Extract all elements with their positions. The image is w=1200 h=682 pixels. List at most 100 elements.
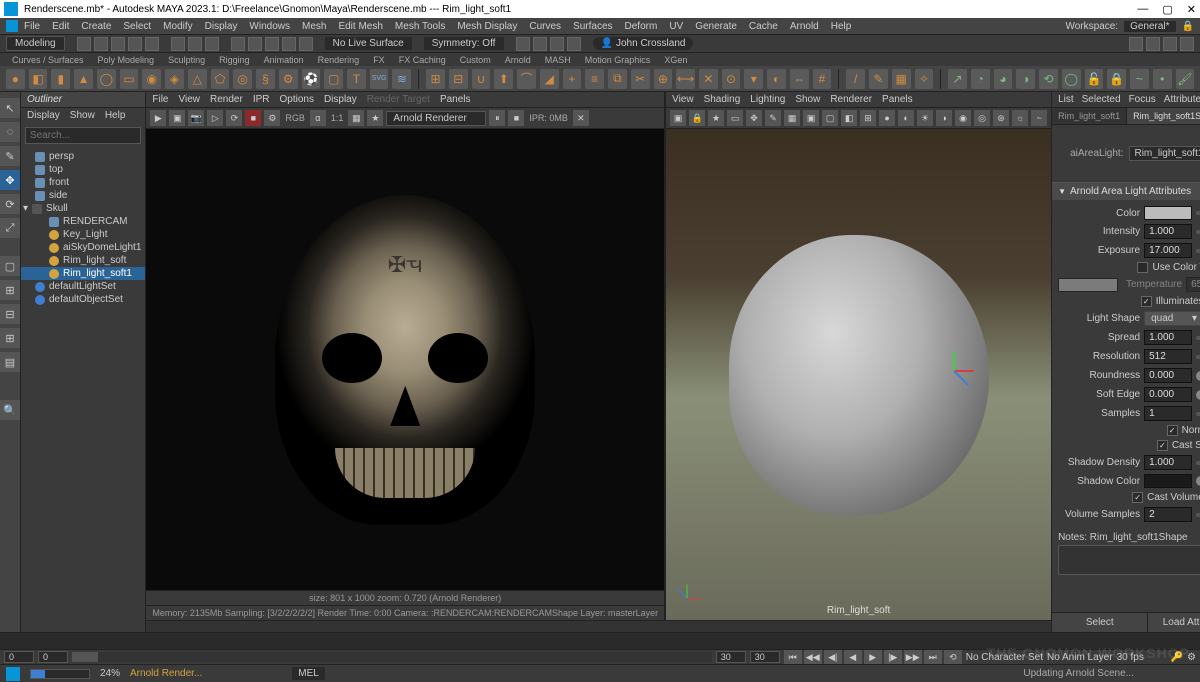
rotate-tool-icon[interactable]: ⟳ <box>0 194 20 214</box>
lasso-icon[interactable] <box>188 37 202 51</box>
menu-meshdisplay[interactable]: Mesh Display <box>451 21 523 32</box>
cast-volumetric-checkbox[interactable] <box>1132 492 1143 503</box>
shelf-edgeloop-icon[interactable]: ≡ <box>585 69 604 89</box>
live-surface-field[interactable]: No Live Surface <box>325 37 412 50</box>
roundness-slider[interactable] <box>1196 374 1200 378</box>
shelf-tab[interactable]: Motion Graphics <box>579 55 657 65</box>
vp-bookmarks-icon[interactable]: ★ <box>708 110 724 126</box>
outliner-node[interactable]: Rim_light_soft1 <box>21 267 145 280</box>
user-account[interactable]: 👤 John Crossland <box>593 37 694 50</box>
render-settings-icon[interactable] <box>567 37 581 51</box>
vp-shaded-icon[interactable]: ● <box>879 110 895 126</box>
toggle-modeling-toolkit-icon[interactable] <box>1129 37 1143 51</box>
select-button[interactable]: Select <box>1052 613 1148 632</box>
intensity-slider[interactable] <box>1196 230 1200 234</box>
vp-xray-icon[interactable]: ◎ <box>974 110 990 126</box>
vp-grid-icon[interactable]: ▦ <box>784 110 800 126</box>
load-attributes-button[interactable]: Load Attributes <box>1148 613 1200 632</box>
shelf-bridge-icon[interactable]: ⌒ <box>517 69 536 89</box>
illuminates-checkbox[interactable] <box>1141 296 1152 307</box>
snap-curve-icon[interactable] <box>248 37 262 51</box>
out-frame-field[interactable]: 30 <box>716 651 746 663</box>
rv-close-icon[interactable]: ✕ <box>573 110 589 126</box>
shelf-sphere-icon[interactable]: ● <box>6 69 25 89</box>
shelf-merge-icon[interactable]: ⊙ <box>722 69 741 89</box>
loop-icon[interactable]: ⟲ <box>944 650 962 664</box>
vp-menu-shading[interactable]: Shading <box>704 94 741 105</box>
rv-menu-view[interactable]: View <box>179 94 201 105</box>
symmetry-dropdown[interactable]: Symmetry: Off <box>424 37 504 50</box>
shelf-paint-vtx-icon[interactable]: 🖌 <box>1176 69 1195 89</box>
shelf-platonic-icon[interactable]: ◈ <box>165 69 184 89</box>
menu-modify[interactable]: Modify <box>157 21 198 32</box>
shelf-sculpt-icon[interactable]: ✎ <box>869 69 888 89</box>
attr-tab[interactable]: Rim_light_soft1Shape <box>1127 108 1200 124</box>
vp-film-gate-icon[interactable]: ▣ <box>803 110 819 126</box>
use-color-temp-checkbox[interactable] <box>1137 262 1148 273</box>
in-frame-field[interactable]: 0 <box>38 651 68 663</box>
vp-textured-icon[interactable]: ◐ <box>898 110 914 126</box>
scale-tool-icon[interactable]: ⤢ <box>0 218 20 238</box>
roundness-field[interactable]: 0.000 <box>1144 368 1192 383</box>
select-mode-icon[interactable] <box>171 37 185 51</box>
shelf-append-icon[interactable]: + <box>563 69 582 89</box>
lock-icon[interactable]: 🔒 <box>1182 21 1194 32</box>
two-pane-h-icon[interactable]: ⊟ <box>0 304 20 324</box>
vp-2d-pan-icon[interactable]: ✥ <box>746 110 762 126</box>
snap-grid-icon[interactable] <box>231 37 245 51</box>
shelf-lock-icon[interactable]: 🔒 <box>1107 69 1126 89</box>
rv-scale-label[interactable]: 1:1 <box>329 113 346 123</box>
menu-generate[interactable]: Generate <box>689 21 743 32</box>
menu-create[interactable]: Create <box>75 21 117 32</box>
shelf-unlock-icon[interactable]: 🔓 <box>1085 69 1104 89</box>
play-forward-icon[interactable]: ▶ <box>864 650 882 664</box>
menu-file[interactable]: File <box>18 21 46 32</box>
vp-select-cam-icon[interactable]: ▣ <box>670 110 686 126</box>
spread-slider[interactable] <box>1196 336 1200 340</box>
menu-arnold[interactable]: Arnold <box>784 21 825 32</box>
soft-edge-slider[interactable] <box>1196 393 1200 397</box>
shelf-collapse-icon[interactable]: ▾ <box>744 69 763 89</box>
shelf-extrude-icon[interactable]: ⬆ <box>494 69 513 89</box>
move-manipulator[interactable] <box>934 350 974 390</box>
node-name-field[interactable]: Rim_light_soft1Shape <box>1129 146 1200 161</box>
vp-lights-icon[interactable]: ☀ <box>917 110 933 126</box>
shelf-plane-icon[interactable]: ▭ <box>120 69 139 89</box>
outliner-menu-display[interactable]: Display <box>27 110 60 121</box>
light-shape-dropdown[interactable]: quad▾ <box>1144 311 1200 326</box>
rv-ipr-refresh-icon[interactable]: ⟳ <box>226 110 242 126</box>
menu-deform[interactable]: Deform <box>619 21 664 32</box>
undo-icon[interactable] <box>128 37 142 51</box>
section-header[interactable]: Arnold Area Light Attributes <box>1052 183 1200 200</box>
attr-menu-selected[interactable]: Selected <box>1082 94 1121 105</box>
toggle-attr-editor-icon[interactable] <box>1146 37 1160 51</box>
vp-menu-view[interactable]: View <box>672 94 694 105</box>
outliner-search-input[interactable] <box>25 127 141 144</box>
vp-grease-icon[interactable]: ✎ <box>765 110 781 126</box>
intensity-field[interactable]: 1.000 <box>1144 224 1192 239</box>
attr-tab[interactable]: Rim_light_soft1 <box>1052 108 1127 124</box>
move-tool-icon[interactable]: ✥ <box>0 170 20 190</box>
vp-expose-icon[interactable]: ☼ <box>1012 110 1028 126</box>
shelf-target-weld-icon[interactable]: ⊕ <box>654 69 673 89</box>
shadow-density-slider[interactable] <box>1196 461 1200 465</box>
shelf-soccer-icon[interactable]: ⚽ <box>302 69 321 89</box>
step-back-icon[interactable]: ◀◀ <box>804 650 822 664</box>
shadow-color-slider[interactable] <box>1196 479 1200 483</box>
ipr-icon[interactable] <box>550 37 564 51</box>
menu-editmesh[interactable]: Edit Mesh <box>332 21 388 32</box>
color-slider[interactable] <box>1196 211 1200 215</box>
shelf-detach-icon[interactable]: ✕ <box>699 69 718 89</box>
shelf-helix-icon[interactable]: § <box>256 69 275 89</box>
vp-lock-cam-icon[interactable]: 🔒 <box>689 110 705 126</box>
shelf-tab[interactable]: XGen <box>658 55 693 65</box>
shelf-prism-icon[interactable]: ⬠ <box>211 69 230 89</box>
shelf-disc-icon[interactable]: ◉ <box>142 69 161 89</box>
rv-menu-panels[interactable]: Panels <box>440 94 471 105</box>
rv-rgb-label[interactable]: RGB <box>283 113 307 123</box>
rv-menu-target[interactable]: Render Target <box>367 94 430 105</box>
rv-snapshot-icon[interactable]: 📷 <box>188 110 204 126</box>
maximize-icon[interactable]: ▢ <box>1162 3 1172 16</box>
shelf-reverse-icon[interactable]: ⟲ <box>1039 69 1058 89</box>
rv-menu-display[interactable]: Display <box>324 94 357 105</box>
